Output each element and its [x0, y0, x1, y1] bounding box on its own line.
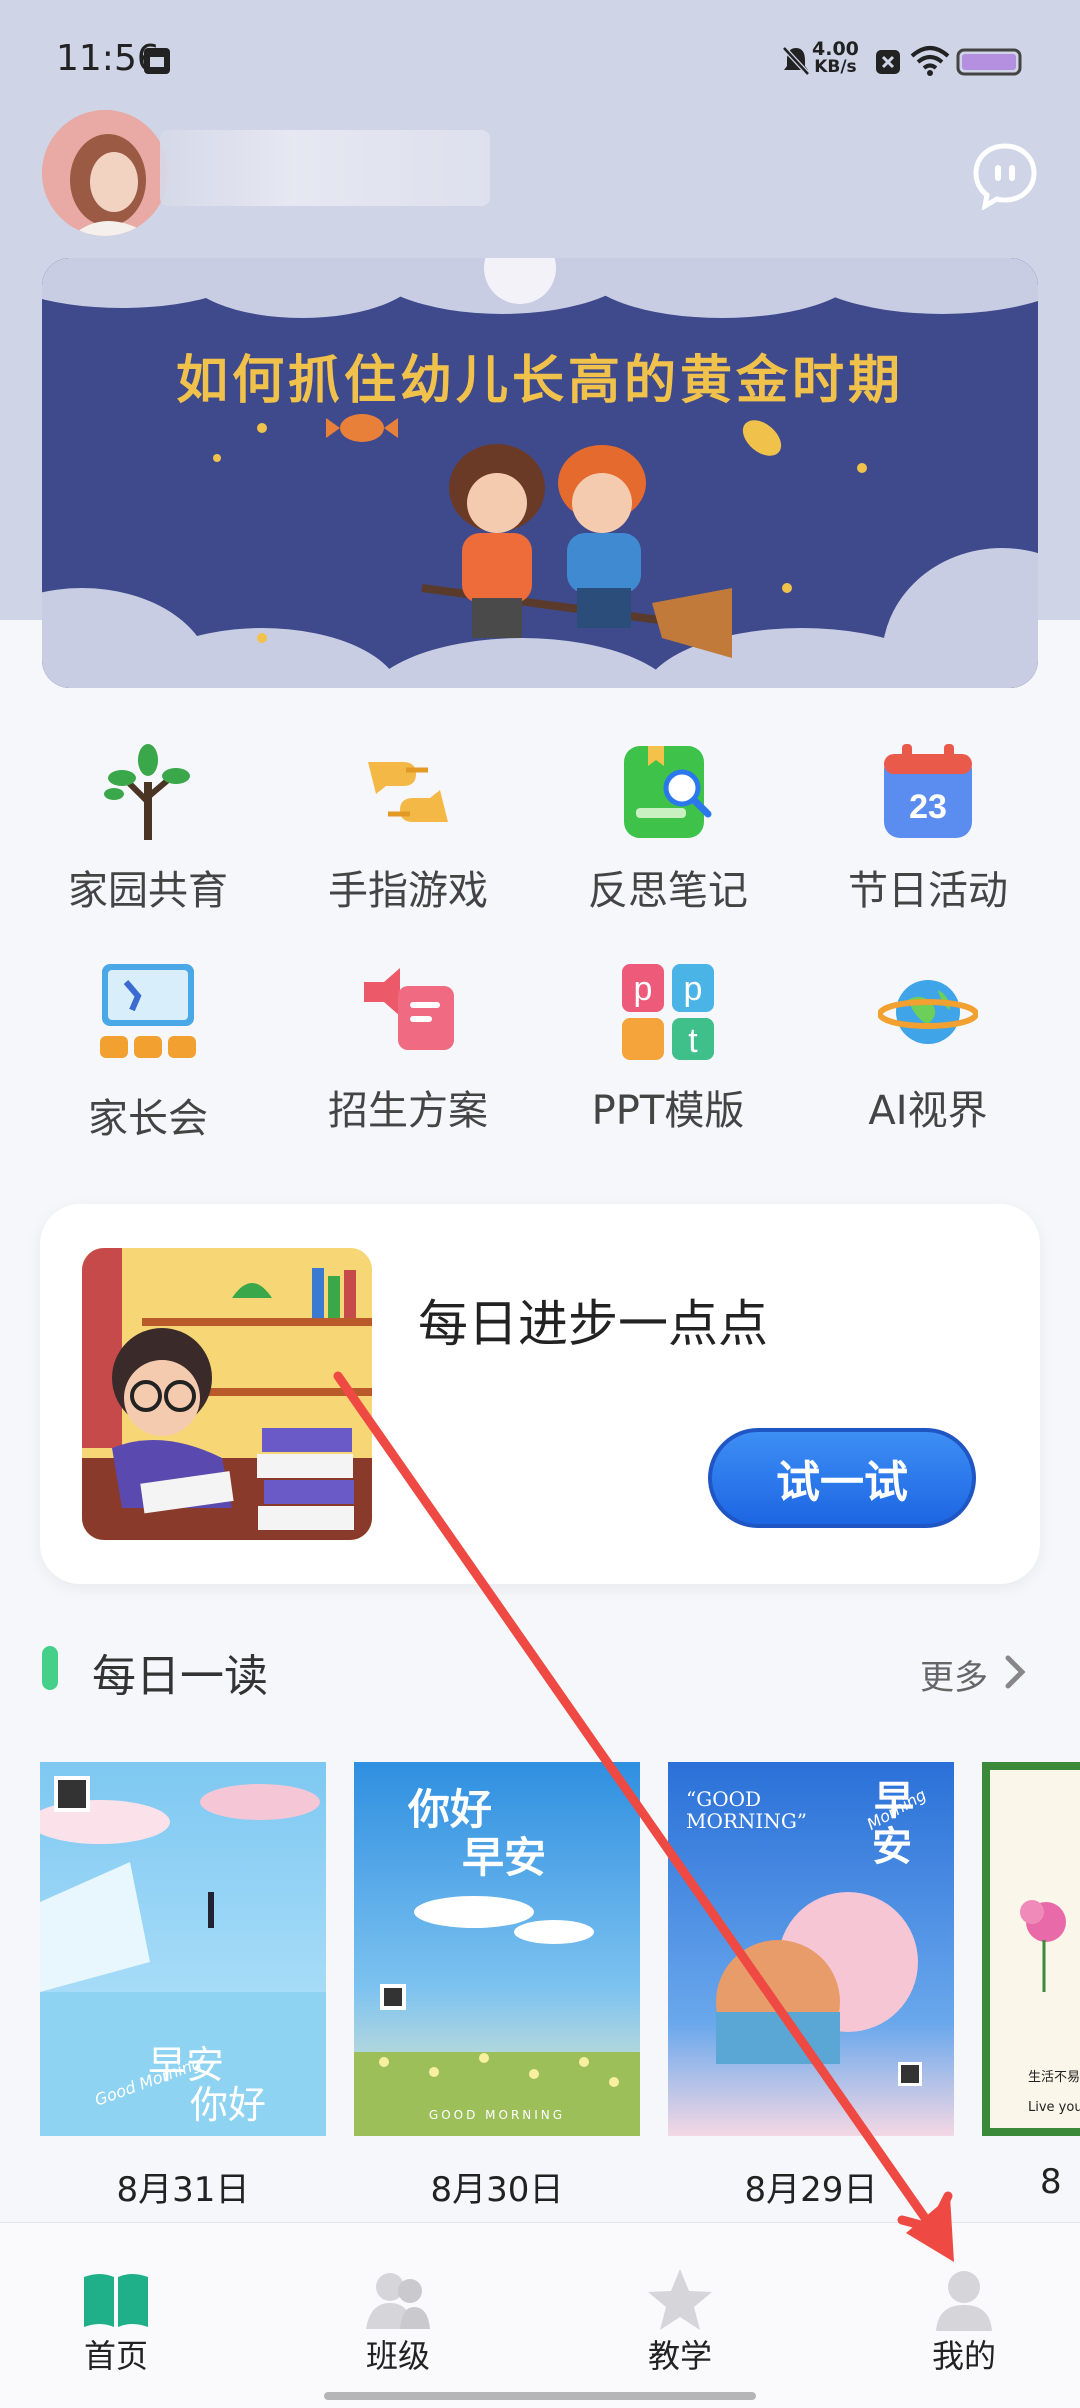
grid-item-enrollment-plan[interactable]: 招生方案 [298, 962, 518, 1152]
nav-label: 教学 [647, 2337, 712, 2375]
grid-item-label: 家园共育 [68, 868, 228, 914]
read-card[interactable]: 你好 早安 GOOD MORNING [354, 1762, 640, 2136]
grid-item-label: 手指游戏 [328, 868, 488, 914]
read-card[interactable]: “GOOD MORNING” 早 安 Morning [668, 1762, 954, 2136]
mute-bell-icon [782, 46, 810, 76]
read-card-date: 8月31日 [116, 2170, 250, 2210]
grid-item-festival-activities[interactable]: 23 节日活动 [818, 742, 1038, 932]
sprout-icon [104, 744, 190, 840]
book-icon [84, 2274, 148, 2327]
home-indicator [324, 2392, 756, 2400]
grid-item-label: 节日活动 [848, 868, 1008, 914]
read-card-footer: GOOD MORNING [428, 2108, 566, 2122]
avatar-portrait-icon [42, 110, 168, 236]
read-card-image [354, 1762, 640, 2136]
profile-icon [936, 2271, 992, 2331]
sim-card-icon [144, 48, 170, 74]
grid-item-ai-vision[interactable]: AI视界 [818, 962, 1038, 1152]
progress-card-image [82, 1248, 372, 1540]
read-card-date: 8月30日 [430, 2170, 564, 2210]
username-obscured [160, 130, 490, 206]
bottom-nav: 首页 班级 教学 我的 [0, 2222, 1080, 2408]
svg-text:23: 23 [909, 788, 947, 826]
section-accent-bar [42, 1646, 58, 1690]
chevron-right-icon[interactable] [1000, 1652, 1030, 1692]
svg-text:p: p [634, 970, 653, 1008]
read-card-main-text: 生活不易 [1028, 2070, 1080, 2085]
nav-label: 首页 [83, 2337, 148, 2375]
progress-card-title: 每日进步一点点 [418, 1295, 768, 1353]
nav-item-home[interactable]: 首页 [16, 2223, 216, 2375]
read-card-sub-text: 你好 [190, 2083, 267, 2127]
star-icon [648, 2269, 712, 2330]
megaphone-icon [364, 968, 454, 1050]
banner[interactable]: 如何抓住幼儿长高的黄金时期 [42, 258, 1038, 688]
read-card-sub-text: 早安 [462, 1833, 547, 1882]
read-card-header: “GOOD MORNING” [686, 1787, 808, 1833]
class-users-icon [366, 2273, 430, 2329]
grid-item-parent-meeting[interactable]: 家长会 [38, 962, 258, 1152]
grid-item-label: PPT模版 [591, 1088, 745, 1134]
daily-progress-card[interactable]: 每日进步一点点 试一试 [40, 1204, 1040, 1584]
battery-icon [956, 48, 1022, 76]
read-card-date: 8月29日 [744, 2170, 878, 2210]
grid-item-label: 家长会 [88, 1096, 208, 1142]
grid-item-label: AI视界 [868, 1088, 988, 1134]
speed-value: 4.00 [812, 38, 859, 60]
nav-item-teaching[interactable]: 教学 [580, 2223, 780, 2375]
grid-item-finger-games[interactable]: 手指游戏 [298, 742, 518, 932]
banner-title: 如何抓住幼儿长高的黄金时期 [175, 350, 904, 411]
nav-item-class[interactable]: 班级 [298, 2223, 498, 2375]
close-box-icon [876, 50, 900, 74]
grid-item-home-school[interactable]: 家园共育 [38, 742, 258, 932]
read-card-date: 8 [1040, 2162, 1062, 2202]
more-link[interactable]: 更多 [920, 1650, 988, 1699]
notebook-search-icon [624, 746, 712, 838]
speed-unit: KB/s [814, 57, 857, 77]
ppt-icon: p p t [622, 964, 714, 1060]
read-card[interactable]: 生活不易 Live your [982, 1762, 1080, 2136]
reading-kid-illustration [82, 1248, 372, 1540]
svg-text:p: p [684, 970, 703, 1008]
try-button[interactable]: 试一试 [708, 1428, 976, 1528]
grid-item-reflection-notes[interactable]: 反思笔记 [558, 742, 778, 932]
planet-icon [878, 980, 978, 1044]
calendar-icon: 23 [884, 744, 972, 838]
grid-item-label: 反思笔记 [588, 868, 748, 914]
grid-item-ppt-template[interactable]: p p t PPT模版 [558, 962, 778, 1152]
read-card-sub-text: Live your [1028, 2100, 1080, 2115]
network-speed: 4.00 KB/s [812, 38, 859, 77]
banner-illustration [42, 258, 1038, 688]
message-icon[interactable] [970, 140, 1040, 210]
read-card[interactable]: 早安 你好 Good Morning [40, 1762, 326, 2136]
nav-item-mine[interactable]: 我的 [864, 2223, 1064, 2375]
nav-label: 我的 [931, 2337, 996, 2375]
daily-read-title: 每日一读 [92, 1651, 268, 1702]
status-bar: 11:56 4.00 KB/s [0, 0, 1080, 120]
svg-text:t: t [688, 1022, 698, 1060]
hands-icon [368, 762, 448, 822]
avatar[interactable] [42, 110, 168, 236]
nav-label: 班级 [365, 2337, 430, 2375]
grid-item-label: 招生方案 [328, 1088, 488, 1134]
wifi-icon [910, 46, 950, 76]
meeting-board-icon [100, 964, 196, 1058]
